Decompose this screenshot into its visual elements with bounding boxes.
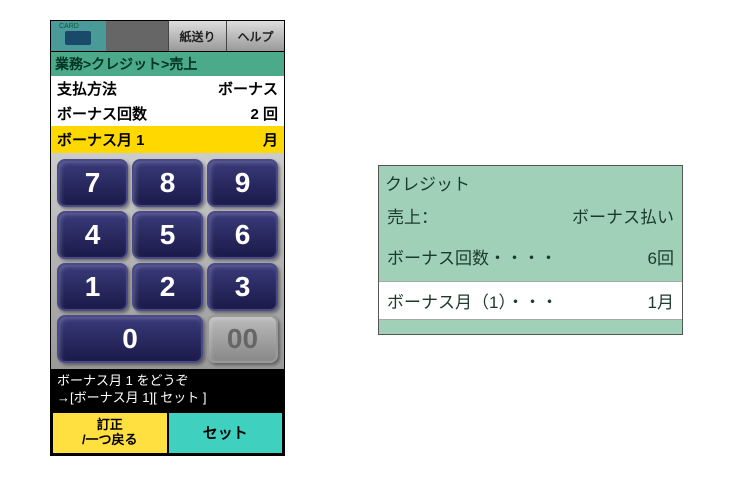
key-2[interactable]: 2 (132, 263, 203, 311)
prompt-line1: ボーナス月 1 をどうぞ (57, 373, 278, 390)
top-spacer (106, 21, 168, 51)
receipt-footer (379, 320, 682, 334)
key-8[interactable]: 8 (132, 159, 203, 207)
correct-back-button[interactable]: 訂正 /一つ戻る (51, 411, 169, 455)
receipt-bonus-month-value: 1月 (648, 288, 674, 313)
key-6[interactable]: 6 (207, 211, 278, 259)
bonus-month-unit: 月 (263, 129, 278, 150)
key-9[interactable]: 9 (207, 159, 278, 207)
paper-feed-button[interactable]: 紙送り (168, 21, 226, 51)
bonus-month-row: ボーナス月 1 月 (51, 126, 284, 153)
help-button[interactable]: ヘルプ (226, 21, 284, 51)
receipt-bonus-month-row: ボーナス月（1）・・・ 1月 (379, 281, 682, 320)
receipt-sale-value: ボーナス払い (572, 203, 674, 228)
bottom-buttons: 訂正 /一つ戻る セット (51, 411, 284, 455)
prompt-line2: →[ボーナス月 1][ セット ] (57, 390, 278, 407)
pay-method-value: ボーナス (218, 78, 278, 99)
prompt-area: ボーナス月 1 をどうぞ →[ボーナス月 1][ セット ] (51, 369, 284, 411)
card-icon (51, 21, 106, 51)
bonus-count-row: ボーナス回数 2 回 (51, 101, 284, 126)
bonus-month-label: ボーナス月 1 (57, 129, 145, 150)
top-bar: 紙送り ヘルプ (51, 21, 284, 51)
payment-terminal: 紙送り ヘルプ 業務>クレジット>売上 支払方法 ボーナス ボーナス回数 2 回… (50, 20, 285, 456)
bonus-count-value: 2 回 (250, 103, 278, 124)
pay-method-row: 支払方法 ボーナス (51, 76, 284, 101)
receipt-bonus-count-value: 6回 (648, 244, 674, 269)
key-4[interactable]: 4 (57, 211, 128, 259)
receipt-bonus-month-label: ボーナス月（1）・・・ (387, 288, 558, 313)
key-5[interactable]: 5 (132, 211, 203, 259)
key-1[interactable]: 1 (57, 263, 128, 311)
keypad: 7 8 9 4 5 6 1 2 3 0 00 (51, 153, 284, 369)
breadcrumb: 業務>クレジット>売上 (51, 51, 284, 76)
bonus-count-label: ボーナス回数 (57, 103, 147, 124)
receipt-title: クレジット (379, 166, 682, 199)
receipt-sale-label: 売上： (387, 203, 438, 228)
key-7[interactable]: 7 (57, 159, 128, 207)
receipt-bonus-count-row: ボーナス回数・・・・ 6回 (379, 232, 682, 281)
set-button[interactable]: セット (169, 411, 285, 455)
receipt-panel: クレジット 売上： ボーナス払い ボーナス回数・・・・ 6回 ボーナス月（1）・… (378, 165, 683, 335)
key-3[interactable]: 3 (207, 263, 278, 311)
receipt-sale-row: 売上： ボーナス払い (379, 199, 682, 232)
pay-method-label: 支払方法 (57, 78, 117, 99)
key-00: 00 (207, 315, 278, 363)
receipt-bonus-count-label: ボーナス回数・・・・ (387, 244, 557, 269)
key-0[interactable]: 0 (57, 315, 203, 363)
